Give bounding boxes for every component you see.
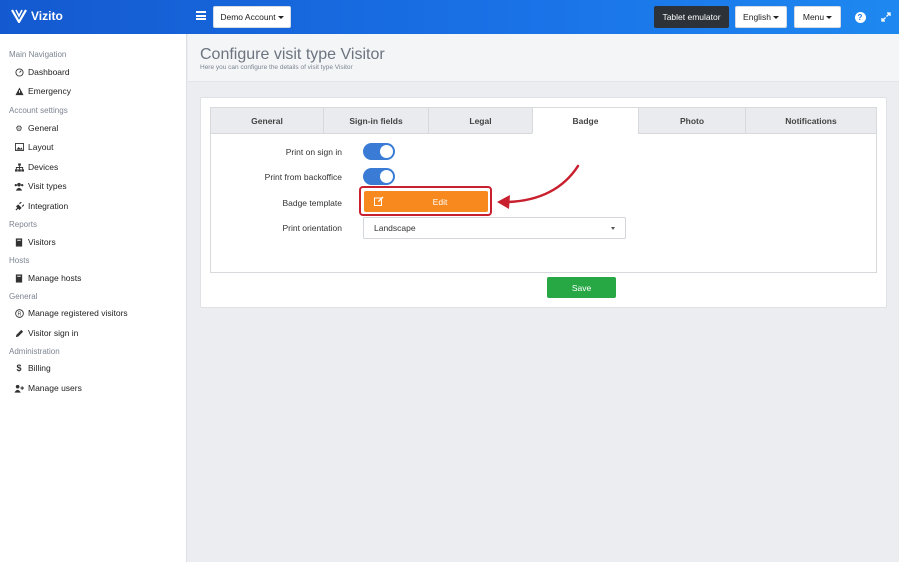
sidebar-item-label: Manage users [28,383,82,393]
user-plus-icon [14,383,24,393]
brand[interactable]: Vizito [11,9,63,23]
tablet-emulator-button[interactable]: Tablet emulator [654,6,729,28]
dollar-icon: $ [16,363,22,373]
annotation-arrow [497,164,580,209]
help-icon[interactable]: ? [853,10,867,24]
sidebar-item-label: General [28,123,59,133]
save-button-label: Save [571,282,592,293]
book-icon [14,273,24,283]
menu-label: Menu [802,12,825,22]
warning-icon [14,86,24,96]
account-dropdown[interactable]: Demo Account [213,6,291,28]
section-title-reports: Reports [9,220,38,229]
top-navbar: Vizito Demo Account Tablet emulator Engl… [0,0,899,34]
tab-sign-in-fields[interactable]: Sign-in fields [323,107,428,134]
page-subtitle: Here you can configure the details of vi… [200,64,353,71]
print-from-backoffice-label: Print from backoffice [264,172,342,182]
print-orientation-value: Landscape [374,223,416,233]
hamburger-icon[interactable] [196,11,206,20]
users-icon [14,181,24,191]
sidebar-item-label: Visitor sign in [28,328,79,338]
tablet-emulator-label: Tablet emulator [662,12,721,22]
tab-label: Badge [572,115,599,126]
sidebar-item-label: Visitors [28,237,56,247]
tab-label: Legal [469,115,492,126]
sidebar-item-manage-users[interactable]: Manage users [14,383,82,393]
tab-general[interactable]: General [210,107,323,134]
account-label: Demo Account [220,12,276,22]
badge-template-label: Badge template [282,198,342,208]
language-dropdown[interactable]: English [735,6,787,28]
tab-label: Sign-in fields [349,115,403,126]
sitemap-icon [14,162,24,172]
sidebar-item-label: Emergency [28,86,71,96]
chevron-down-icon [826,15,833,19]
sidebar-item-label: Visit types [28,181,67,191]
expand-icon[interactable] [879,10,893,24]
tab-legal[interactable]: Legal [428,107,532,134]
section-title-general: General [9,292,38,301]
language-label: English [743,12,771,22]
page-title: Configure visit type Visitor [200,46,385,63]
print-orientation-label: Print orientation [282,223,342,233]
sidebar-item-label: Manage registered visitors [28,308,128,318]
chevron-down-icon [277,15,284,19]
gear-icon: ⚙ [15,123,23,133]
section-title-main-navigation: Main Navigation [9,50,67,59]
image-icon [14,142,24,152]
tab-label: Notifications [785,115,837,126]
book-icon [14,237,24,247]
sidebar-item-visitors[interactable]: Visitors [14,237,56,247]
svg-text:R: R [17,311,21,317]
sidebar-item-visit-types[interactable]: Visit types [14,181,67,191]
section-title-account-settings: Account settings [9,106,68,115]
pencil-icon [14,328,24,338]
sidebar-item-label: Billing [28,363,51,373]
print-orientation-select[interactable]: Landscape [363,217,626,239]
chevron-down-icon [772,15,779,19]
tab-bar: General Sign-in fields Legal Badge Photo… [210,107,877,134]
sidebar-item-visitor-sign-in[interactable]: Visitor sign in [14,328,78,338]
sidebar-item-label: Integration [28,201,69,211]
tab-label: Photo [679,115,705,126]
menu-dropdown[interactable]: Menu [794,6,841,28]
registered-icon: R [14,308,24,318]
tab-notifications[interactable]: Notifications [745,107,877,134]
sidebar-item-label: Dashboard [28,67,70,77]
tab-label: General [251,115,283,126]
sidebar-item-label: Devices [28,162,59,172]
section-title-administration: Administration [9,347,60,356]
brand-name: Vizito [31,9,63,23]
sidebar-item-devices[interactable]: Devices [14,162,58,172]
sidebar-item-general[interactable]: ⚙ General [14,123,58,133]
sidebar-item-dashboard[interactable]: Dashboard [14,67,70,77]
save-button[interactable]: Save [547,277,616,298]
sidebar-item-billing[interactable]: $ Billing [14,363,51,373]
dashboard-icon [14,67,24,77]
sidebar-item-label: Manage hosts [28,273,82,283]
sidebar-item-integration[interactable]: Integration [14,201,68,211]
tab-photo[interactable]: Photo [638,107,745,134]
sidebar-item-manage-hosts[interactable]: Manage hosts [14,273,81,283]
plug-icon [14,201,24,211]
print-from-backoffice-toggle[interactable] [363,168,395,185]
tab-badge[interactable]: Badge [532,107,638,134]
sidebar-item-manage-registered-visitors[interactable]: R Manage registered visitors [14,308,128,318]
print-on-sign-in-toggle[interactable] [363,143,395,160]
sidebar-item-label: Layout [28,142,54,152]
page-header: Configure visit type Visitor Here you ca… [188,34,899,82]
edit-badge-template-button[interactable]: Edit [364,191,488,212]
logo-icon [11,9,27,23]
sidebar-item-emergency[interactable]: Emergency [14,86,71,96]
chevron-down-icon [611,227,615,230]
section-title-hosts: Hosts [9,256,30,265]
sidebar-item-layout[interactable]: Layout [14,142,54,152]
help-symbol: ? [854,11,866,23]
print-on-sign-in-label: Print on sign in [285,147,342,157]
